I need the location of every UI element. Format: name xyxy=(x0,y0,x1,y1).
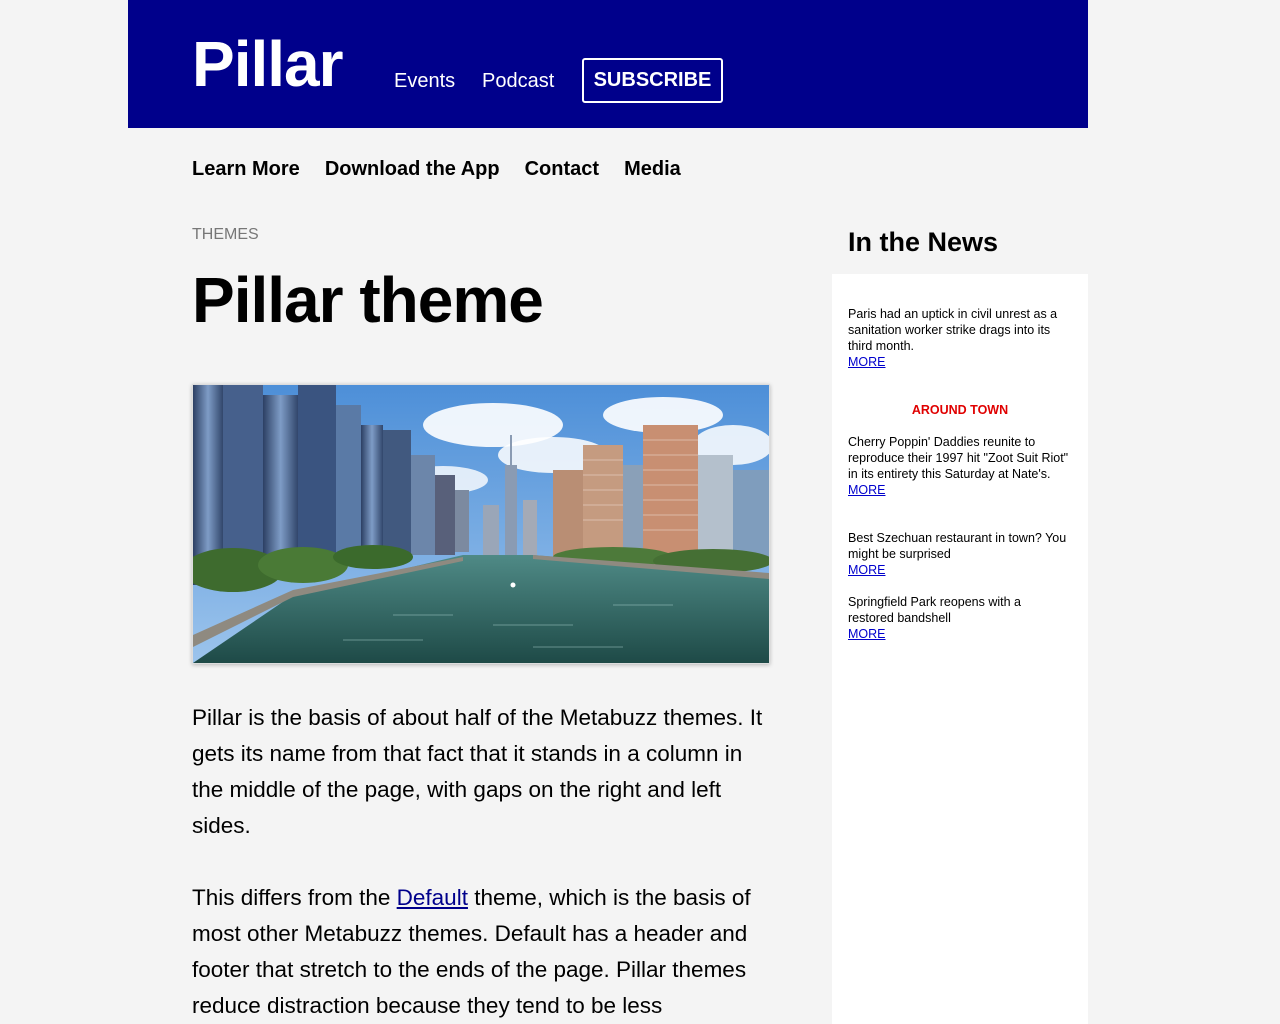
page-title: Pillar theme xyxy=(192,264,544,336)
nav-podcast-link[interactable]: Podcast xyxy=(482,68,554,94)
more-link[interactable]: MORE xyxy=(848,562,1070,578)
paragraph-text: This differs from the xyxy=(192,885,397,910)
news-item-text: Springfield Park reopens with a restored… xyxy=(848,595,1022,625)
page: Pillar Events Podcast SUBSCRIBE Learn Mo… xyxy=(0,0,1280,1024)
default-theme-link[interactable]: Default xyxy=(397,885,468,910)
news-item-text: Cherry Poppin' Daddies reunite to reprod… xyxy=(848,435,1069,481)
sidebar-heading: In the News xyxy=(848,227,999,257)
news-item: Paris had an uptick in civil unrest as a… xyxy=(848,306,1070,370)
news-item: Springfield Park reopens with a restored… xyxy=(848,594,1070,642)
nav-learn-more-link[interactable]: Learn More xyxy=(192,156,300,182)
more-link[interactable]: MORE xyxy=(848,482,1070,498)
nav-contact-link[interactable]: Contact xyxy=(525,156,599,182)
news-item-text: Best Szechuan restaurant in town? You mi… xyxy=(848,531,1067,561)
more-link[interactable]: MORE xyxy=(848,626,1070,642)
article-paragraph-1: Pillar is the basis of about half of the… xyxy=(192,705,763,838)
site-logo[interactable]: Pillar xyxy=(192,28,344,100)
subscribe-button[interactable]: SUBSCRIBE xyxy=(582,58,723,103)
news-sidebar: Paris had an uptick in civil unrest as a… xyxy=(832,274,1088,1024)
news-item: Cherry Poppin' Daddies reunite to reprod… xyxy=(848,434,1070,498)
masthead: Pillar Events Podcast SUBSCRIBE xyxy=(128,0,1088,128)
news-item: Best Szechuan restaurant in town? You mi… xyxy=(848,530,1070,578)
nav-download-app-link[interactable]: Download the App xyxy=(325,156,500,182)
article-category: THEMES xyxy=(192,226,259,243)
section-label: AROUND TOWN xyxy=(911,403,1009,417)
news-item-text: Paris had an uptick in civil unrest as a… xyxy=(848,307,1058,353)
secondary-nav: Learn More Download the App Contact Medi… xyxy=(192,156,681,182)
nav-events-link[interactable]: Events xyxy=(394,68,455,94)
article-paragraph-2: This differs from the Default theme, whi… xyxy=(192,880,772,1024)
nav-media-link[interactable]: Media xyxy=(624,156,681,182)
hero-image xyxy=(192,384,770,664)
more-link[interactable]: MORE xyxy=(848,354,1070,370)
